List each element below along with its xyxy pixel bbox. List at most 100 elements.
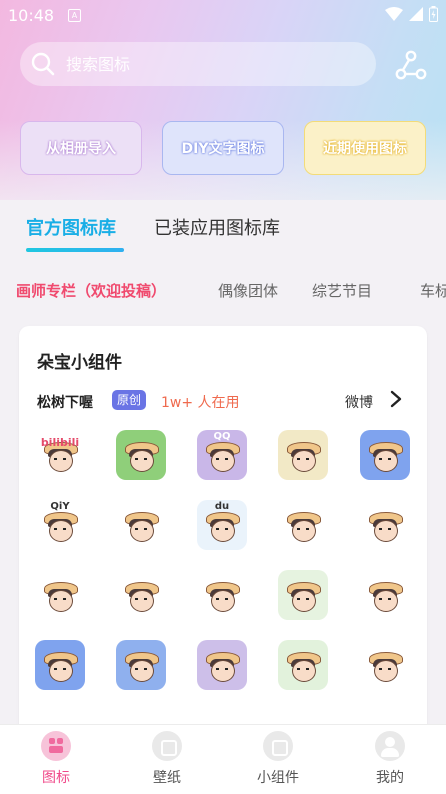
widget-tab-icon bbox=[263, 731, 293, 761]
bilibili-app-icon[interactable]: bilibili bbox=[35, 430, 85, 480]
tiktok-style-icon[interactable] bbox=[197, 640, 247, 690]
nav-wallpapers[interactable]: 壁纸 bbox=[122, 731, 212, 791]
green-app-icon[interactable] bbox=[278, 640, 328, 690]
search-bar[interactable] bbox=[20, 42, 376, 86]
eyes-shape bbox=[135, 528, 147, 530]
eyes-shape bbox=[297, 528, 309, 530]
icon-text: du bbox=[214, 501, 230, 512]
nav-label: 图标 bbox=[42, 770, 70, 786]
nav-profile[interactable]: 我的 bbox=[345, 731, 435, 791]
face-shape bbox=[211, 450, 235, 472]
eyes-shape bbox=[135, 598, 147, 600]
status-right bbox=[385, 6, 438, 22]
source-link[interactable]: 微博 bbox=[345, 392, 373, 412]
eyes-shape bbox=[379, 598, 391, 600]
face-shape bbox=[374, 520, 398, 542]
bottom-nav: 图标 壁纸 小组件 我的 bbox=[0, 724, 446, 794]
search-input[interactable] bbox=[64, 53, 348, 75]
face-shape bbox=[374, 450, 398, 472]
user-count: 1w+ 人在用 bbox=[161, 395, 240, 411]
eyes-shape bbox=[54, 598, 66, 600]
eyes-shape bbox=[216, 598, 228, 600]
face-shape bbox=[49, 660, 73, 682]
face-shape bbox=[211, 660, 235, 682]
face-shape bbox=[374, 660, 398, 682]
notes-app-icon[interactable] bbox=[360, 500, 410, 550]
face-shape bbox=[130, 450, 154, 472]
scan-app-icon[interactable] bbox=[116, 570, 166, 620]
icon-text: QiY bbox=[50, 501, 70, 512]
pack-author: 松树下喔 bbox=[37, 395, 93, 411]
wings-app-icon[interactable] bbox=[116, 640, 166, 690]
maps-app-icon[interactable] bbox=[278, 570, 328, 620]
notification-a-icon: A bbox=[68, 9, 81, 22]
icon-text: bilibili bbox=[40, 436, 80, 449]
face-shape bbox=[292, 450, 316, 472]
music-girl-icon[interactable] bbox=[35, 570, 85, 620]
category-scroller: 画师专栏（欢迎投稿） 偶像团体 综艺节目 车标 bbox=[0, 276, 446, 306]
eyes-shape bbox=[54, 458, 66, 460]
pack-title: 朵宝小组件 bbox=[37, 353, 122, 373]
tv-app-icon[interactable]: QiY bbox=[35, 500, 85, 550]
battery-icon bbox=[429, 6, 438, 22]
face-shape bbox=[292, 590, 316, 612]
face-shape bbox=[130, 590, 154, 612]
import-from-album-button[interactable]: 从相册导入 bbox=[20, 121, 142, 175]
icon-pack-card[interactable]: 朵宝小组件 松树下喔 原创 1w+ 人在用 微博 bilibili QQ QiY du bbox=[19, 326, 427, 766]
icons-tab-icon bbox=[41, 731, 71, 761]
active-tab-indicator bbox=[26, 248, 124, 252]
eyes-shape bbox=[297, 598, 309, 600]
face-shape bbox=[211, 590, 235, 612]
icon-text: QQ bbox=[213, 431, 231, 442]
face-shape bbox=[292, 520, 316, 542]
signal-icon bbox=[409, 7, 423, 21]
eyes-shape bbox=[379, 458, 391, 460]
face-shape bbox=[49, 590, 73, 612]
wallpaper-tab-icon bbox=[152, 731, 182, 761]
face-shape bbox=[130, 520, 154, 542]
chevron-right-icon[interactable] bbox=[389, 390, 403, 408]
nav-widgets[interactable]: 小组件 bbox=[233, 731, 323, 791]
qq-app-icon[interactable]: QQ bbox=[197, 430, 247, 480]
face-shape bbox=[49, 450, 73, 472]
car-app-icon[interactable] bbox=[360, 570, 410, 620]
face-shape bbox=[49, 520, 73, 542]
laptop-app-icon[interactable] bbox=[360, 430, 410, 480]
profile-tab-icon bbox=[375, 731, 405, 761]
eyes-shape bbox=[216, 668, 228, 670]
category-variety-shows[interactable]: 综艺节目 bbox=[312, 280, 372, 301]
eyes-shape bbox=[297, 458, 309, 460]
category-car-logos[interactable]: 车标 bbox=[420, 280, 446, 301]
eyes-shape bbox=[216, 458, 228, 460]
original-badge: 原创 bbox=[112, 390, 147, 410]
tab-installed-apps[interactable]: 已装应用图标库 bbox=[154, 214, 280, 240]
recent-icons-button[interactable]: 近期使用图标 bbox=[304, 121, 426, 175]
wifi-icon bbox=[385, 7, 403, 21]
nav-label: 小组件 bbox=[257, 770, 299, 786]
nav-icons[interactable]: 图标 bbox=[11, 731, 101, 791]
nav-label: 壁纸 bbox=[153, 770, 181, 786]
eyes-shape bbox=[216, 528, 228, 530]
share-icon[interactable] bbox=[394, 48, 428, 82]
eyes-shape bbox=[379, 668, 391, 670]
flying-app-icon[interactable] bbox=[278, 500, 328, 550]
weibo-style-icon[interactable] bbox=[278, 430, 328, 480]
diy-text-icon-button[interactable]: DIY文字图标 bbox=[162, 121, 284, 175]
eyes-shape bbox=[297, 668, 309, 670]
category-idol-groups[interactable]: 偶像团体 bbox=[218, 280, 278, 301]
zhihu-style-icon[interactable] bbox=[197, 570, 247, 620]
phone-app-icon[interactable] bbox=[35, 640, 85, 690]
ie-style-icon[interactable] bbox=[360, 640, 410, 690]
face-shape bbox=[211, 520, 235, 542]
status-time: 10:48 bbox=[8, 6, 55, 25]
paw-app-icon[interactable] bbox=[116, 500, 166, 550]
eyes-shape bbox=[54, 668, 66, 670]
face-shape bbox=[374, 590, 398, 612]
cloud-app-icon[interactable]: du bbox=[197, 500, 247, 550]
status-bar: 10:48 A bbox=[0, 0, 446, 32]
face-shape bbox=[130, 660, 154, 682]
tab-official-library[interactable]: 官方图标库 bbox=[26, 214, 116, 240]
wechat-style-icon[interactable] bbox=[116, 430, 166, 480]
category-artist-column[interactable]: 画师专栏（欢迎投稿） bbox=[16, 280, 166, 301]
search-icon bbox=[31, 52, 55, 76]
